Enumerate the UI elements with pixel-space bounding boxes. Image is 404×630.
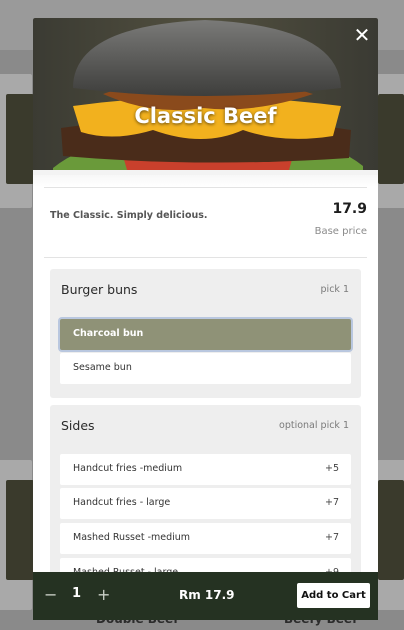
divider [44, 187, 367, 188]
option-label: Handcut fries - large [73, 497, 171, 508]
divider [44, 257, 367, 258]
product-title: Classic Beef [134, 104, 277, 128]
option-group-burger-buns: Burger buns pick 1 Charcoal bun Sesame b… [50, 269, 361, 398]
option-label: Mashed Russet -medium [73, 532, 191, 543]
quantity-value: 1 [72, 586, 82, 601]
cart-bar: − 1 + Rm 17.9 Add to Cart [33, 572, 378, 620]
option-handcut-fries-large[interactable]: Handcut fries - large +7 [60, 488, 351, 519]
price-label: Base price [314, 226, 367, 237]
hero-fade [33, 175, 378, 187]
background-food-image [6, 94, 34, 184]
background-food-image [378, 480, 404, 580]
option-group-pick-rule: pick 1 [320, 284, 349, 295]
option-label: Handcut fries -medium [73, 463, 183, 474]
product-price: 17.9 [332, 201, 367, 217]
option-mashed-russet-medium[interactable]: Mashed Russet -medium +7 [60, 523, 351, 554]
option-price: +5 [324, 463, 339, 474]
background-food-image [378, 94, 404, 184]
quantity-increase-button[interactable]: + [97, 585, 110, 604]
product-hero-image: Classic Beef [33, 18, 378, 175]
background-food-image [6, 480, 34, 580]
option-label: Sesame bun [73, 362, 132, 373]
quantity-decrease-button[interactable]: − [44, 585, 57, 604]
cart-total: Rm 17.9 [179, 588, 235, 602]
option-label: Charcoal bun [73, 328, 144, 339]
option-sesame-bun[interactable]: Sesame bun [60, 353, 351, 384]
option-price: +7 [324, 497, 339, 508]
option-charcoal-bun[interactable]: Charcoal bun [60, 319, 351, 350]
option-group-pick-rule: optional pick 1 [279, 420, 349, 431]
option-price: +7 [324, 532, 339, 543]
product-modal: Classic Beef ✕ The Classic. Simply delic… [33, 18, 378, 620]
product-description: The Classic. Simply delicious. [50, 210, 208, 221]
option-handcut-fries-medium[interactable]: Handcut fries -medium +5 [60, 454, 351, 485]
add-to-cart-button[interactable]: Add to Cart [297, 583, 370, 608]
close-icon[interactable]: ✕ [351, 24, 373, 46]
option-group-title: Burger buns [61, 282, 138, 297]
option-group-title: Sides [61, 418, 95, 433]
